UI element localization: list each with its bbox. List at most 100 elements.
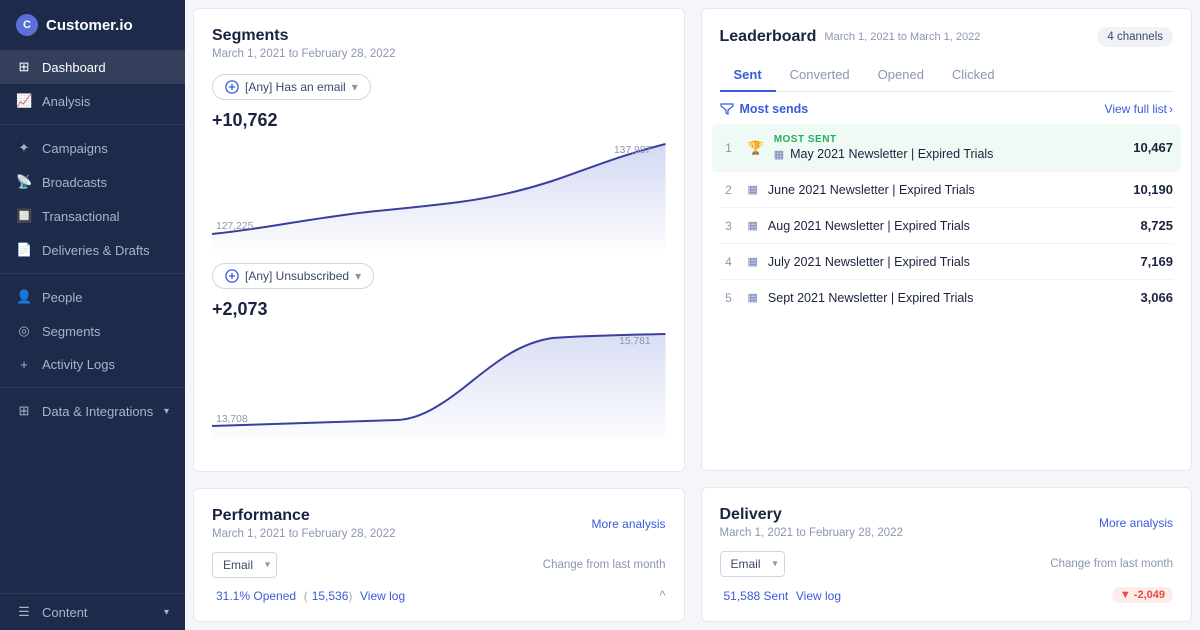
view-log-link[interactable]: View log (360, 589, 405, 603)
sidebar-item-dashboard[interactable]: ⊞ Dashboard (0, 50, 185, 84)
leaderboard-title: Leaderboard (720, 28, 817, 46)
sidebar-item-data[interactable]: ⊞ Data & Integrations ▾ (0, 394, 185, 428)
chart2-end-label: 15,781 (619, 336, 651, 347)
sidebar-item-label: Data & Integrations (42, 404, 153, 419)
filter-label: [Any] Has an email (245, 80, 346, 94)
content-icon: ☰ (16, 604, 32, 620)
tab-converted[interactable]: Converted (776, 59, 864, 92)
lb-value-1: 10,467 (1133, 140, 1173, 155)
performance-header: Performance March 1, 2021 to February 28… (212, 507, 666, 540)
sidebar-item-transactional[interactable]: 🔲 Transactional (0, 199, 185, 233)
leaderboard-tabs: Sent Converted Opened Clicked (720, 59, 1174, 92)
segments-stat-1: +10,762 (212, 110, 666, 131)
chevron-down-icon: ▾ (164, 406, 169, 417)
chart-unsubscribed: 13,708 15,781 (212, 328, 666, 438)
most-sent-badge: MOST SENT (774, 134, 1124, 145)
sidebar-item-label: Content (42, 605, 88, 620)
dashboard-icon: ⊞ (16, 59, 32, 75)
sidebar-item-label: Campaigns (42, 141, 108, 156)
lb-value-4: 7,169 (1140, 254, 1173, 269)
filter-has-email[interactable]: [Any] Has an email ▾ (212, 74, 371, 100)
filter-icon (225, 80, 239, 94)
delta-icon: ▼ (1120, 589, 1131, 601)
activity-logs-icon: + (16, 357, 32, 372)
sidebar-item-label: Segments (42, 324, 101, 339)
logo-text: Customer.io (46, 17, 133, 34)
performance-stat-row: 31.1% Opened (15,536) View log ^ (212, 588, 666, 603)
sidebar-logo: C Customer.io (0, 0, 185, 50)
sidebar-item-campaigns[interactable]: ✦ Campaigns (0, 131, 185, 165)
performance-title: Performance (212, 507, 395, 525)
sidebar-divider-3 (0, 387, 185, 388)
leaderboard-card: Leaderboard March 1, 2021 to March 1, 20… (701, 8, 1193, 471)
deliveries-icon: 📄 (16, 242, 32, 258)
leaderboard-header: Leaderboard March 1, 2021 to March 1, 20… (720, 27, 1174, 47)
filter-label-2: [Any] Unsubscribed (245, 269, 349, 283)
sidebar-item-label: Activity Logs (42, 357, 115, 372)
performance-date: March 1, 2021 to February 28, 2022 (212, 528, 395, 540)
sidebar-item-deliveries[interactable]: 📄 Deliveries & Drafts (0, 233, 185, 267)
view-full-list-link[interactable]: View full list › (1105, 102, 1173, 116)
segments-title: Segments (212, 27, 666, 45)
lb-campaign-icon-5: ▦ (748, 291, 758, 304)
lb-name-5: Sept 2021 Newsletter | Expired Trials (768, 291, 1131, 305)
sidebar-item-label: People (42, 290, 82, 305)
sidebar-item-label: Analysis (42, 94, 90, 109)
leaderboard-row-5: 5 ▦ Sept 2021 Newsletter | Expired Trial… (720, 280, 1174, 315)
segments-card: Segments March 1, 2021 to February 28, 2… (193, 8, 685, 472)
lb-rank-4: 4 (720, 255, 738, 269)
lb-rank-3: 3 (720, 219, 738, 233)
delivery-header: Delivery March 1, 2021 to February 28, 2… (720, 506, 1174, 539)
chart1-end-label: 137,987 (614, 145, 652, 156)
performance-more-analysis[interactable]: More analysis (591, 517, 665, 531)
sidebar-item-label: Transactional (42, 209, 120, 224)
performance-chevron: ^ (659, 588, 665, 603)
sidebar-item-content[interactable]: ☰ Content ▾ (0, 594, 185, 630)
sidebar-item-broadcasts[interactable]: 📡 Broadcasts (0, 165, 185, 199)
channels-badge: 4 channels (1097, 27, 1173, 47)
lb-value-5: 3,066 (1140, 290, 1173, 305)
delivery-more-analysis[interactable]: More analysis (1099, 516, 1173, 530)
filter-icon-2 (225, 269, 239, 283)
logo-icon: C (16, 14, 38, 36)
sidebar-item-segments[interactable]: ◎ Segments (0, 314, 185, 348)
lb-name-1: May 2021 Newsletter | Expired Trials (790, 147, 1123, 161)
performance-email-select[interactable]: Email (212, 552, 277, 578)
delivery-email-select[interactable]: Email (720, 551, 785, 577)
delivery-stat-row: 51,588 Sent View log ▼ -2,049 (720, 587, 1174, 603)
lb-rank-5: 5 (720, 291, 738, 305)
lb-campaign-icon-1: ▦ (774, 148, 784, 161)
tab-opened[interactable]: Opened (864, 59, 938, 92)
tab-sent[interactable]: Sent (720, 59, 776, 92)
lb-name-4: July 2021 Newsletter | Expired Trials (768, 255, 1131, 269)
lb-campaign-icon-4: ▦ (748, 255, 758, 268)
tab-clicked[interactable]: Clicked (938, 59, 1009, 92)
filter-unsubscribed[interactable]: [Any] Unsubscribed ▾ (212, 263, 374, 289)
broadcasts-icon: 📡 (16, 174, 32, 190)
lb-rank-1: 1 (720, 141, 738, 155)
sidebar-item-label: Dashboard (42, 60, 106, 75)
performance-card: Performance March 1, 2021 to February 28… (193, 488, 685, 622)
delivery-delta: ▼ -2,049 (1112, 587, 1173, 603)
sidebar-item-analysis[interactable]: 📈 Analysis (0, 84, 185, 118)
delivery-email-select-wrap: Email (720, 551, 785, 577)
delivery-change-label: Change from last month (1050, 558, 1173, 570)
filter-chevron: ▾ (352, 80, 358, 94)
lb-campaign-icon-3: ▦ (748, 219, 758, 232)
lb-rank-2: 2 (720, 183, 738, 197)
filter-icon-3 (720, 102, 734, 116)
delta-badge: ▼ -2,049 (1112, 587, 1173, 603)
lb-name-2: June 2021 Newsletter | Expired Trials (768, 183, 1123, 197)
leaderboard-date: March 1, 2021 to March 1, 2022 (824, 31, 980, 43)
leaderboard-row-3: 3 ▦ Aug 2021 Newsletter | Expired Trials… (720, 208, 1174, 244)
content-grid: Segments March 1, 2021 to February 28, 2… (185, 0, 1200, 630)
performance-email-select-wrap: Email (212, 552, 277, 578)
sidebar: C Customer.io ⊞ Dashboard 📈 Analysis ✦ C… (0, 0, 185, 630)
chart-has-email: 127,225 137,987 (212, 139, 666, 249)
delivery-date: March 1, 2021 to February 28, 2022 (720, 527, 903, 539)
delivery-view-log-link[interactable]: View log (796, 589, 841, 603)
sidebar-item-people[interactable]: 👤 People (0, 280, 185, 314)
delivery-card: Delivery March 1, 2021 to February 28, 2… (701, 487, 1193, 622)
leaderboard-row-1: 1 🏆 MOST SENT ▦ May 2021 Newsletter | Ex… (712, 124, 1182, 172)
sidebar-item-activity-logs[interactable]: + Activity Logs (0, 348, 185, 381)
